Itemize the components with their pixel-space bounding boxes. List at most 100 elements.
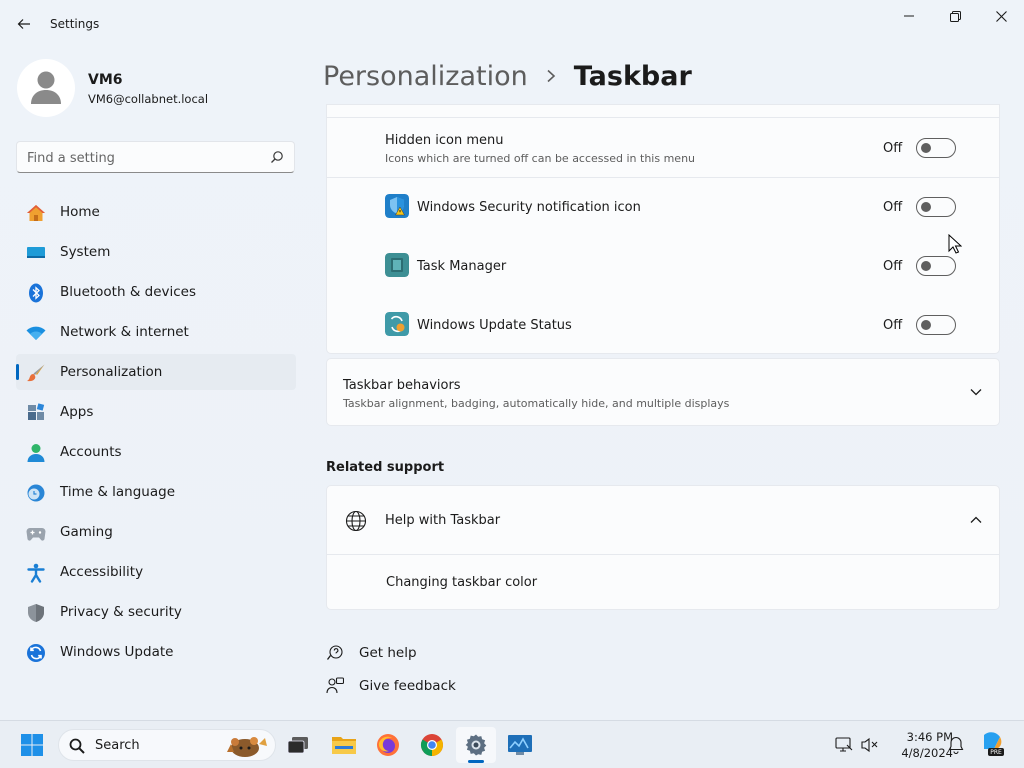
toggle-state-label: Off bbox=[883, 258, 903, 274]
taskbar: Search 3:46 PM 4/8/2024 PRE bbox=[0, 720, 1024, 768]
firefox-button[interactable] bbox=[368, 727, 408, 763]
brush-icon bbox=[27, 364, 45, 382]
active-app-indicator bbox=[468, 760, 484, 763]
sidebar-item-label: Privacy & security bbox=[60, 604, 182, 620]
sidebar-item-label: System bbox=[60, 244, 111, 260]
notification-bell-icon[interactable] bbox=[948, 736, 964, 754]
sidebar-item-label: Time & language bbox=[60, 484, 176, 500]
sidebar-item-label: Apps bbox=[60, 404, 94, 420]
minimize-button[interactable] bbox=[886, 0, 932, 32]
chrome-icon bbox=[421, 734, 443, 756]
search-input[interactable] bbox=[27, 148, 257, 168]
related-support-heading: Related support bbox=[326, 460, 445, 475]
page-title: Taskbar bbox=[573, 60, 692, 92]
sidebar-item-personalization[interactable]: Personalization bbox=[16, 354, 296, 390]
windows-update-status-label: Windows Update Status bbox=[417, 318, 572, 333]
update-icon bbox=[27, 644, 45, 662]
give-feedback-label: Give feedback bbox=[359, 678, 456, 694]
windows-security-toggle[interactable] bbox=[916, 197, 957, 217]
sidebar-item-time-language[interactable]: Time & language bbox=[16, 474, 296, 510]
windows-security-toggle-group: Off bbox=[883, 197, 957, 217]
sidebar-item-home[interactable]: Home bbox=[16, 194, 296, 230]
toggle-knob bbox=[921, 143, 932, 153]
accessibility-icon bbox=[27, 563, 45, 583]
sidebar-item-label: Bluetooth & devices bbox=[60, 284, 197, 300]
settings-icon bbox=[465, 734, 487, 756]
maximize-button[interactable] bbox=[932, 0, 978, 32]
sidebar-item-label: Accessibility bbox=[60, 564, 144, 580]
sidebar-item-apps[interactable]: Apps bbox=[16, 394, 296, 430]
taskbar-behaviors-card[interactable]: Taskbar behaviors Taskbar alignment, bad… bbox=[326, 358, 1000, 426]
help-with-taskbar-title: Help with Taskbar bbox=[385, 513, 501, 528]
globe-icon bbox=[345, 510, 367, 532]
toggle-state-label: Off bbox=[883, 199, 903, 215]
sidebar-item-accessibility[interactable]: Accessibility bbox=[16, 554, 296, 590]
close-button[interactable] bbox=[978, 0, 1024, 32]
chevron-up-icon[interactable] bbox=[970, 516, 982, 524]
gamepad-icon bbox=[26, 528, 46, 541]
search-icon bbox=[69, 738, 85, 754]
minimize-icon bbox=[904, 15, 914, 17]
shield-icon bbox=[28, 604, 44, 622]
sidebar-item-label: Home bbox=[60, 204, 100, 220]
file-explorer-button[interactable] bbox=[324, 727, 364, 763]
chevron-down-icon[interactable] bbox=[970, 388, 982, 396]
row-divider bbox=[327, 117, 999, 118]
task-manager-toggle[interactable] bbox=[916, 256, 957, 276]
user-avatar-icon bbox=[31, 71, 61, 104]
back-button[interactable] bbox=[12, 10, 36, 38]
settings-window: Settings VM6 VM6@collabnet.local Home Sy… bbox=[0, 0, 1024, 720]
row-divider bbox=[327, 177, 999, 178]
sidebar-item-label: Personalization bbox=[60, 364, 163, 380]
sidebar-item-network[interactable]: Network & internet bbox=[16, 314, 296, 350]
search-highlight-icon bbox=[227, 737, 267, 757]
settings-search[interactable] bbox=[16, 141, 295, 173]
sidebar-item-label: Windows Update bbox=[60, 644, 174, 660]
sidebar-item-bluetooth[interactable]: Bluetooth & devices bbox=[16, 274, 296, 310]
home-icon bbox=[27, 205, 45, 221]
hidden-icon-menu-toggle[interactable] bbox=[916, 138, 957, 158]
row-divider bbox=[327, 554, 999, 555]
give-feedback-link[interactable]: Give feedback bbox=[326, 674, 456, 698]
close-icon bbox=[995, 10, 1007, 22]
sidebar-item-gaming[interactable]: Gaming bbox=[16, 514, 296, 550]
copilot-preview-icon[interactable]: PRE bbox=[980, 731, 1004, 757]
chrome-button[interactable] bbox=[412, 727, 452, 763]
taskbar-search[interactable]: Search bbox=[58, 729, 276, 761]
start-button[interactable] bbox=[12, 727, 52, 763]
changing-taskbar-color-link[interactable]: Changing taskbar color bbox=[386, 575, 537, 590]
hidden-icon-menu-toggle-group: Off bbox=[883, 138, 957, 158]
sidebar-item-label: Accounts bbox=[60, 444, 122, 460]
clock-time: 3:46 PM bbox=[906, 730, 953, 744]
monitor-app-icon bbox=[508, 735, 532, 755]
monitor-app-button[interactable] bbox=[500, 727, 540, 763]
file-explorer-icon bbox=[332, 737, 356, 754]
back-arrow-icon bbox=[17, 19, 30, 29]
taskbar-search-label: Search bbox=[95, 738, 140, 753]
sidebar-item-accounts[interactable]: Accounts bbox=[16, 434, 296, 470]
get-help-link[interactable]: Get help bbox=[326, 641, 417, 665]
sidebar-item-windows-update[interactable]: Windows Update bbox=[16, 634, 296, 670]
user-name: VM6 bbox=[88, 72, 123, 88]
sidebar-item-privacy-security[interactable]: Privacy & security bbox=[16, 594, 296, 630]
help-with-taskbar-header[interactable]: Help with Taskbar bbox=[327, 486, 999, 554]
network-tray-icon[interactable] bbox=[835, 737, 853, 753]
settings-button[interactable] bbox=[456, 727, 496, 763]
task-view-icon bbox=[287, 737, 308, 754]
windows-update-status-toggle[interactable] bbox=[916, 315, 957, 335]
breadcrumb-parent[interactable]: Personalization bbox=[323, 61, 528, 92]
system-clock[interactable]: 3:46 PM 4/8/2024 bbox=[885, 729, 953, 761]
breadcrumb: Personalization Taskbar bbox=[323, 58, 692, 94]
task-view-button[interactable] bbox=[278, 727, 318, 763]
toggle-knob bbox=[921, 261, 932, 271]
sidebar-item-system[interactable]: System bbox=[16, 234, 296, 270]
chevron-right-icon bbox=[547, 69, 555, 83]
get-help-label: Get help bbox=[359, 645, 417, 661]
toggle-state-label: Off bbox=[883, 317, 903, 333]
windows-security-label: Windows Security notification icon bbox=[417, 200, 641, 215]
firefox-icon bbox=[377, 734, 399, 756]
restore-icon bbox=[949, 10, 961, 22]
avatar[interactable] bbox=[17, 59, 75, 117]
volume-muted-tray-icon[interactable] bbox=[860, 737, 878, 753]
sidebar-nav: Home System Bluetooth & devices Network … bbox=[16, 194, 296, 674]
